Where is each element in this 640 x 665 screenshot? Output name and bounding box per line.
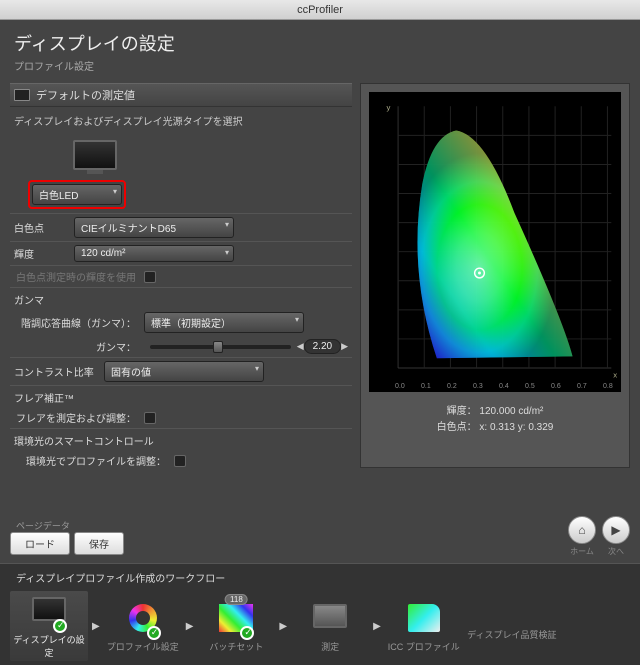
cie-diagram: y x 0.00.10.20.30.40.50.60.70.8: [369, 92, 621, 392]
page-data-label: ページデータ: [16, 519, 124, 532]
lum-measure-label: 白色点測定時の輝度を使用: [14, 269, 144, 284]
ambient-adjust-label: 環境光でプロファイルを調整：: [14, 453, 174, 468]
window-titlebar: ccProfiler: [0, 0, 640, 20]
display-type-button[interactable]: [60, 140, 130, 170]
luminance-dropdown[interactable]: 120 cd/m²: [74, 245, 234, 262]
wf-step-quality-check[interactable]: ディスプレイ品質検証: [467, 612, 557, 641]
whitepoint-label: 白色点: [14, 220, 74, 235]
flare-adjust-label: フレアを測定および調整：: [14, 410, 144, 425]
gamma-value-label: ガンマ：: [14, 339, 144, 354]
ambient-group-label: 環境光のスマートコントロール: [10, 428, 352, 450]
preview-lum-value: 120.000 cd/m²: [479, 406, 543, 417]
wf-step-icc-profile[interactable]: ICC プロファイル: [385, 600, 463, 653]
workflow-header: ディスプレイプロファイル作成のワークフロー: [10, 568, 630, 591]
gamma-group-label: ガンマ: [10, 287, 352, 309]
luminance-label: 輝度: [14, 246, 74, 261]
axis-y-label: y: [386, 103, 390, 112]
preview-lum-label: 輝度：: [447, 406, 477, 417]
tone-curve-label: 階調応答曲線（ガンマ）：: [14, 315, 144, 330]
backlight-dropdown[interactable]: 白色LED: [32, 184, 122, 205]
page-title: ディスプレイの設定: [14, 30, 626, 56]
monitor-large-icon: [73, 140, 117, 170]
monitor-icon: [14, 89, 30, 101]
wf-step-batch-set[interactable]: 118 バッチセット: [197, 600, 275, 653]
page-subtitle: プロファイル設定: [14, 58, 626, 73]
wf-step-display-settings[interactable]: ディスプレイの設定: [10, 591, 88, 661]
lum-measure-checkbox[interactable]: [144, 271, 156, 283]
wf-step-profile-settings[interactable]: プロファイル設定: [104, 600, 182, 653]
page-header: ディスプレイの設定 プロファイル設定: [0, 20, 640, 79]
contrast-dropdown[interactable]: 固有の値: [104, 361, 264, 382]
preview-wp-value: x: 0.313 y: 0.329: [479, 422, 553, 433]
tone-curve-dropdown[interactable]: 標準（初期設定）: [144, 312, 304, 333]
next-button[interactable]: ▶: [602, 516, 630, 544]
cie-preview-panel: xy u'v': [360, 83, 630, 468]
defaults-header: デフォルトの測定値: [10, 83, 352, 107]
flare-group-label: フレア補正™: [10, 385, 352, 407]
backlight-highlight: 白色LED: [28, 180, 126, 209]
home-button[interactable]: ⌂: [568, 516, 596, 544]
gamma-slider[interactable]: [150, 345, 291, 349]
preview-wp-label: 白色点：: [437, 422, 477, 433]
ambient-checkbox[interactable]: [174, 455, 186, 467]
defaults-title: デフォルトの測定値: [36, 87, 135, 103]
flare-checkbox[interactable]: [144, 412, 156, 424]
load-button[interactable]: ロード: [10, 532, 70, 555]
whitepoint-dropdown[interactable]: CIEイルミナントD65: [74, 217, 234, 238]
contrast-label: コントラスト比率: [14, 364, 104, 379]
save-button[interactable]: 保存: [74, 532, 124, 555]
gamma-value: 2.20: [304, 339, 341, 354]
wf-step-measure[interactable]: 測定: [291, 600, 369, 653]
defaults-prompt: ディスプレイおよびディスプレイ光源タイプを選択: [10, 107, 352, 134]
axis-x-label: x: [613, 371, 617, 380]
